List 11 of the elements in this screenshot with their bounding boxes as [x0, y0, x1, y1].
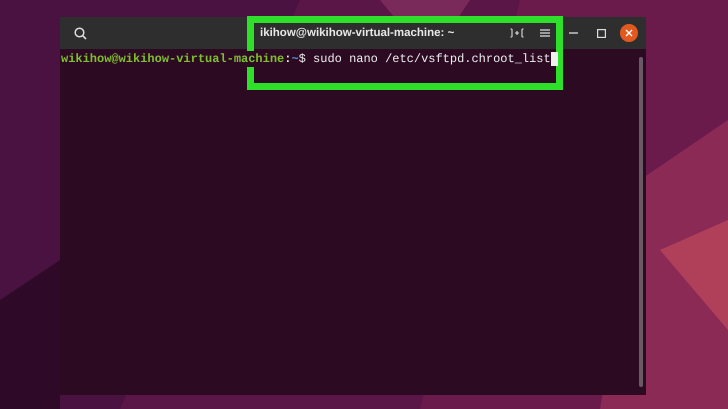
scrollbar[interactable] — [639, 57, 643, 387]
maximize-icon — [596, 28, 606, 38]
search-icon — [74, 26, 86, 40]
menu-icon — [540, 29, 550, 37]
new-tab-icon — [510, 28, 524, 38]
close-button[interactable] — [620, 24, 638, 42]
window-title: ikihow@wikihow-virtual-machine: ~ — [260, 26, 454, 41]
command-text: $ sudo nano /etc/vsftpd.chroot_list — [298, 51, 551, 67]
prompt-user-host: wikihow@wikihow-virtual-machine — [61, 51, 284, 67]
minimize-icon — [568, 32, 578, 34]
close-icon — [625, 29, 633, 37]
